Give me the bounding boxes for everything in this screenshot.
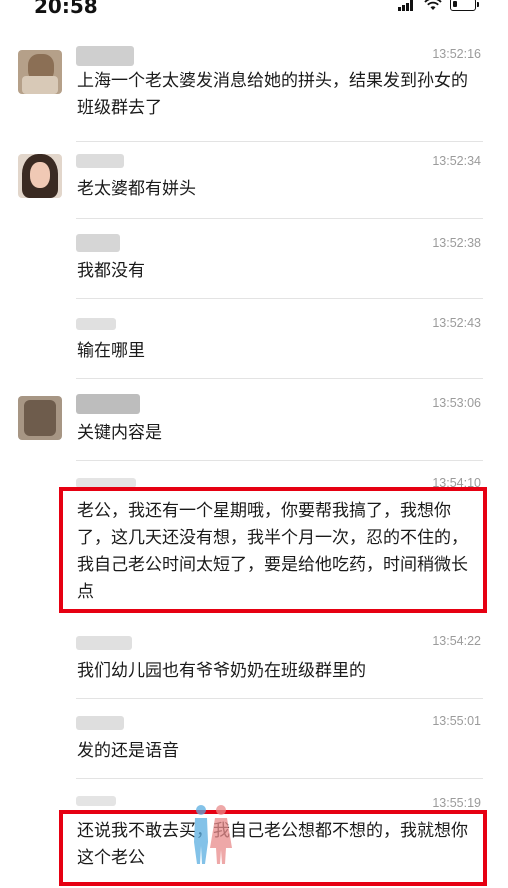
highlight-box — [59, 810, 487, 886]
avatar[interactable] — [18, 154, 62, 198]
message-time: 13:52:34 — [432, 154, 481, 168]
chat-message[interactable]: 13:52:43 输在哪里 — [0, 312, 508, 382]
watermark-logo-icon — [194, 805, 232, 864]
separator — [76, 778, 483, 779]
separator — [76, 298, 483, 299]
highlight-box — [59, 487, 487, 613]
chat-message[interactable]: 13:55:01 发的还是语音 — [0, 712, 508, 780]
chat-message[interactable]: 13:52:34 老太婆都有姘头 — [0, 152, 508, 222]
sender-name-blurred — [76, 312, 146, 336]
message-text: 老太婆都有姘头 — [77, 179, 196, 199]
message-time: 13:55:19 — [432, 796, 481, 810]
separator — [76, 141, 483, 142]
wifi-icon — [424, 0, 442, 10]
avatar[interactable] — [18, 50, 62, 94]
sender-name-blurred — [76, 632, 146, 656]
chat-message[interactable]: 13:53:06 关键内容是 — [0, 392, 508, 462]
message-time: 13:52:43 — [432, 316, 481, 330]
chat-message[interactable]: 13:52:16 上海一个老太婆发消息给她的拼头，结果发到孙女的班级群去了 — [0, 44, 508, 148]
message-time: 13:52:16 — [432, 47, 481, 61]
message-text: 关键内容是 — [77, 423, 162, 443]
message-text: 上海一个老太婆发消息给她的拼头，结果发到孙女的班级群去了 — [77, 71, 468, 118]
sender-name-blurred — [76, 232, 146, 256]
cellular-signal-icon — [398, 0, 416, 11]
separator — [76, 698, 483, 699]
separator — [76, 218, 483, 219]
battery-icon — [450, 0, 479, 11]
status-bar: 20:58 — [0, 0, 508, 18]
sender-name-blurred — [76, 44, 146, 68]
separator — [76, 460, 483, 461]
message-time: 13:53:06 — [432, 396, 481, 410]
sender-name-blurred — [76, 392, 146, 416]
status-time: 20:58 — [34, 0, 98, 18]
sender-name-blurred — [76, 712, 146, 736]
message-time: 13:55:01 — [432, 714, 481, 728]
avatar[interactable] — [18, 396, 62, 440]
message-text: 我都没有 — [77, 261, 145, 281]
separator — [76, 378, 483, 379]
message-time: 13:54:22 — [432, 634, 481, 648]
chat-message[interactable]: 13:54:22 我们幼儿园也有爷爷奶奶在班级群里的 — [0, 632, 508, 700]
sender-name-blurred — [76, 152, 146, 176]
message-text: 发的还是语音 — [77, 741, 179, 761]
message-time: 13:52:38 — [432, 236, 481, 250]
message-text: 输在哪里 — [77, 341, 145, 361]
message-text: 我们幼儿园也有爷爷奶奶在班级群里的 — [77, 661, 366, 681]
chat-message[interactable]: 13:52:38 我都没有 — [0, 232, 508, 302]
